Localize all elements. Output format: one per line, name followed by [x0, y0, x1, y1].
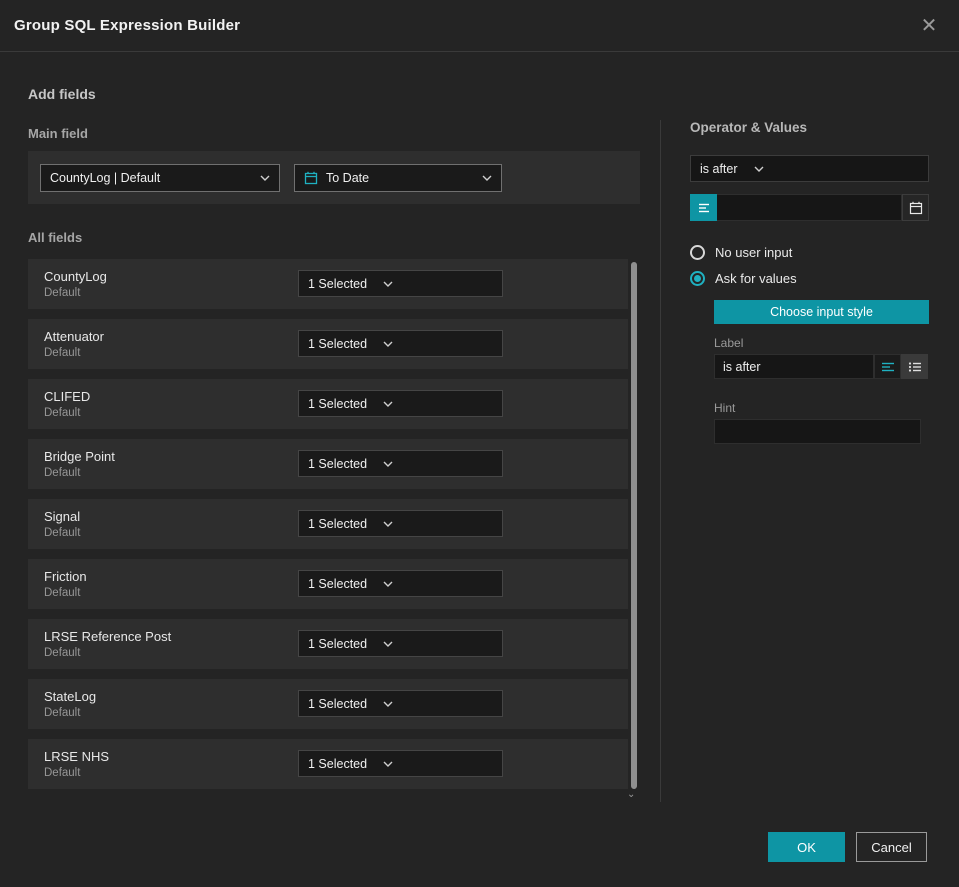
radio-no-user-input-label: No user input: [715, 245, 793, 260]
operator-values-heading: Operator & Values: [690, 120, 808, 135]
field-row: CountyLog Default 1 Selected: [28, 259, 628, 309]
chevron-down-icon: [383, 701, 393, 707]
chevron-down-icon: [383, 401, 393, 407]
field-row: LRSE Reference Post Default 1 Selected: [28, 619, 628, 669]
field-row: Bridge Point Default 1 Selected: [28, 439, 628, 489]
field-selection-dropdown[interactable]: 1 Selected: [298, 450, 503, 477]
radio-unselected-icon: [690, 245, 705, 260]
label-input-row: [714, 354, 929, 379]
group-sql-expression-builder-dialog: Group SQL Expression Builder ✕ Add field…: [0, 0, 959, 887]
field-selection-value: 1 Selected: [308, 456, 368, 471]
radio-selected-icon: [690, 271, 705, 286]
field-row: Friction Default 1 Selected: [28, 559, 628, 609]
radio-no-user-input[interactable]: No user input: [690, 245, 929, 260]
chevron-down-icon: [383, 581, 393, 587]
field-selection-dropdown[interactable]: 1 Selected: [298, 570, 503, 597]
field-row: StateLog Default 1 Selected: [28, 679, 628, 729]
main-field-label: Main field: [28, 126, 88, 141]
field-selection-dropdown[interactable]: 1 Selected: [298, 510, 503, 537]
operator-select-value: is after: [700, 161, 738, 176]
field-selection-dropdown[interactable]: 1 Selected: [298, 390, 503, 417]
field-row: CLIFED Default 1 Selected: [28, 379, 628, 429]
operator-values-panel: Operator & Values is after No user input…: [690, 120, 929, 444]
scroll-down-icon[interactable]: ⌄: [627, 789, 635, 800]
dialog-title: Group SQL Expression Builder: [14, 17, 241, 34]
field-selection-value: 1 Selected: [308, 576, 368, 591]
chevron-down-icon: [383, 461, 393, 467]
field-selection-value: 1 Selected: [308, 516, 368, 531]
all-fields-list: CountyLog Default 1 Selected Attenuator …: [28, 259, 640, 789]
field-selection-value: 1 Selected: [308, 396, 368, 411]
chevron-down-icon: [383, 341, 393, 347]
field-selection-value: 1 Selected: [308, 276, 368, 291]
hint-field-label: Hint: [714, 401, 736, 415]
chevron-down-icon: [383, 521, 393, 527]
main-field-select-value: CountyLog | Default: [50, 170, 161, 185]
field-selection-dropdown[interactable]: 1 Selected: [298, 330, 503, 357]
label-input[interactable]: [714, 354, 874, 379]
all-fields-label: All fields: [28, 230, 83, 245]
list-style-icon[interactable]: [901, 354, 928, 379]
value-input-row: [690, 194, 929, 221]
field-selection-value: 1 Selected: [308, 636, 368, 651]
vertical-divider: [660, 120, 661, 802]
radio-ask-for-values[interactable]: Ask for values: [690, 271, 929, 286]
input-mode-icon[interactable]: [690, 194, 717, 221]
chevron-down-icon: [383, 281, 393, 287]
radio-ask-for-values-label: Ask for values: [715, 271, 797, 286]
calendar-icon: [304, 171, 318, 185]
chevron-down-icon: [383, 761, 393, 767]
hint-input[interactable]: [714, 419, 921, 444]
choose-input-style-button[interactable]: Choose input style: [714, 300, 929, 324]
add-fields-heading: Add fields: [28, 86, 96, 102]
main-field-panel: CountyLog | Default To Date: [28, 151, 640, 204]
ok-button[interactable]: OK: [768, 832, 845, 862]
field-selection-dropdown[interactable]: 1 Selected: [298, 750, 503, 777]
label-field-label: Label: [714, 336, 744, 350]
chevron-down-icon: [383, 641, 393, 647]
field-selection-value: 1 Selected: [308, 696, 368, 711]
field-selection-dropdown[interactable]: 1 Selected: [298, 690, 503, 717]
field-selection-value: 1 Selected: [308, 336, 368, 351]
single-line-style-icon[interactable]: [874, 354, 901, 379]
chevron-down-icon: [754, 166, 764, 172]
main-field-select[interactable]: CountyLog | Default: [40, 163, 280, 192]
value-input[interactable]: [717, 194, 902, 221]
left-column: Main field CountyLog | Default To Date A…: [28, 126, 640, 799]
cancel-button[interactable]: Cancel: [856, 832, 927, 862]
field-selection-value: 1 Selected: [308, 756, 368, 771]
ask-for-values-options: Choose input style Label Hint: [714, 286, 929, 444]
date-picker-icon[interactable]: [902, 194, 929, 221]
chevron-down-icon: [482, 175, 492, 181]
operator-select[interactable]: is after: [690, 155, 929, 182]
date-field-select-value: To Date: [326, 170, 370, 185]
field-selection-dropdown[interactable]: 1 Selected: [298, 270, 503, 297]
field-row: Attenuator Default 1 Selected: [28, 319, 628, 369]
field-row: LRSE NHS Default 1 Selected: [28, 739, 628, 789]
chevron-down-icon: [260, 175, 270, 181]
close-icon[interactable]: ✕: [915, 12, 943, 40]
date-field-select[interactable]: To Date: [294, 163, 502, 192]
field-row: Signal Default 1 Selected: [28, 499, 628, 549]
dialog-header: Group SQL Expression Builder ✕: [0, 0, 959, 52]
list-scrollbar[interactable]: [631, 262, 637, 789]
field-selection-dropdown[interactable]: 1 Selected: [298, 630, 503, 657]
